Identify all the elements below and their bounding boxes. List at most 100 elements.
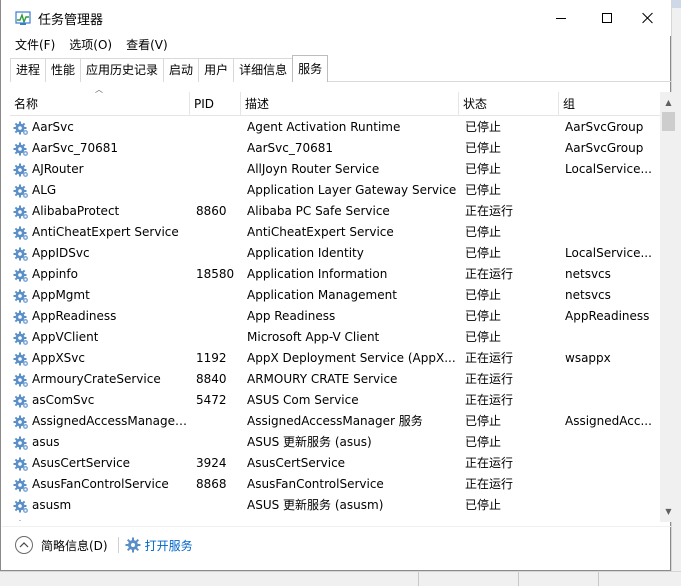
- table-row[interactable]: ArmouryCrateService 8840 ARMOURY CRATE Ser…: [10, 369, 660, 390]
- service-name-text: Appinfo: [32, 267, 78, 281]
- gear-icon: [13, 393, 29, 409]
- less-details-button[interactable]: 简略信息(D): [41, 537, 108, 554]
- footer-bar: 简略信息(D) 打开服务: [15, 533, 193, 557]
- cell-group: [559, 369, 660, 390]
- scroll-up-arrow-icon[interactable]: ▲: [660, 94, 677, 111]
- service-name-text: AarSvc_70681: [32, 141, 118, 155]
- tab-details[interactable]: 详细信息: [233, 58, 294, 82]
- sort-ascending-icon: ︿: [95, 85, 103, 94]
- tab-app-history[interactable]: 应用历史记录: [80, 58, 165, 82]
- cell-pid: [190, 222, 241, 243]
- table-row[interactable]: AppXSvc 1192 AppX Deployment Service (AppX…: [10, 348, 660, 369]
- table-row[interactable]: AarSvc Agent Activation Runtime 已停止 AarSvcG…: [10, 117, 660, 138]
- cell-pid: [190, 495, 241, 516]
- column-header-description[interactable]: 描述: [241, 92, 459, 116]
- cell-group: [559, 201, 660, 222]
- table-row[interactable]: AntiCheatExpert Service AntiCheatExpert S…: [10, 222, 660, 243]
- table-row[interactable]: AarSvc_70681 AarSvc_70681 已停止 AarSvcGroup: [10, 138, 660, 159]
- vertical-scrollbar[interactable]: ▲ ▼: [660, 92, 677, 522]
- column-header-pid[interactable]: PID: [190, 92, 241, 116]
- menu-view[interactable]: 查看(V): [119, 36, 175, 56]
- service-name-text: AJRouter: [32, 162, 84, 176]
- cell-description: ASUS 更新服务 (asusm): [247, 498, 384, 512]
- cell-group: [559, 432, 660, 453]
- column-header-status[interactable]: 状态: [459, 92, 559, 116]
- open-services-link[interactable]: 打开服务: [125, 537, 193, 554]
- gear-icon: [13, 225, 29, 241]
- tab-processes[interactable]: 进程: [10, 58, 47, 82]
- table-row[interactable]: AssignedAccessManager... AssignedAccessMa…: [10, 411, 660, 432]
- tab-bar: 进程 性能 应用历史记录 启动 用户 详细信息 服务: [10, 55, 672, 82]
- table-row[interactable]: AppIDSvc Application Identity 已停止 LocalServ…: [10, 243, 660, 264]
- tab-startup[interactable]: 启动: [163, 58, 200, 82]
- cell-group: AarSvcGroup: [565, 141, 644, 155]
- table-row[interactable]: ALG Application Layer Gateway Service 已停止: [10, 180, 660, 201]
- cell-description: Microsoft App-V Client: [247, 330, 380, 344]
- table-row-partial: [10, 516, 660, 521]
- gear-icon: [13, 246, 29, 262]
- cell-status: 已停止: [465, 288, 502, 302]
- column-header-name-label: 名称: [14, 97, 39, 111]
- cell-pid: [190, 180, 241, 201]
- footer-separator: [117, 537, 119, 553]
- menu-file[interactable]: 文件(F): [8, 36, 62, 56]
- cell-group: netsvcs: [565, 288, 611, 302]
- table-row[interactable]: asusm ASUS 更新服务 (asusm) 已停止: [10, 495, 660, 516]
- minimize-button[interactable]: [538, 0, 584, 36]
- cell-group: LocalService...: [565, 246, 652, 260]
- tab-performance[interactable]: 性能: [45, 58, 82, 82]
- gear-icon: [13, 456, 29, 472]
- table-header: ︿ 名称 PID 描述 状态 组: [10, 85, 660, 116]
- table-row[interactable]: asus ASUS 更新服务 (asus) 已停止: [10, 432, 660, 453]
- cell-service-name: AppMgmt: [10, 285, 190, 306]
- title-bar[interactable]: 任务管理器: [1, 0, 671, 36]
- cell-pid: 18580: [196, 267, 235, 281]
- service-name-text: AppIDSvc: [32, 246, 90, 260]
- menu-options[interactable]: 选项(O): [62, 36, 119, 56]
- scroll-down-arrow-icon[interactable]: ▼: [660, 503, 677, 520]
- cell-pid: [190, 117, 241, 138]
- tab-services[interactable]: 服务: [292, 55, 329, 82]
- column-header-group[interactable]: 组: [559, 92, 660, 116]
- cell-status: 已停止: [465, 414, 502, 428]
- cell-service-name: AppReadiness: [10, 306, 190, 327]
- chevron-up-circle-icon[interactable]: [15, 536, 33, 554]
- table-row[interactable]: AlibabaProtect 8860 Alibaba PC Safe Servic…: [10, 201, 660, 222]
- cell-group: [559, 495, 660, 516]
- cell-status: 已停止: [465, 120, 502, 134]
- cell-service-name: asusm: [10, 495, 190, 516]
- task-manager-icon: [15, 11, 31, 25]
- cell-description: App Readiness: [247, 309, 336, 323]
- cell-service-name: AarSvc_70681: [10, 138, 190, 159]
- maximize-button[interactable]: [584, 0, 630, 36]
- cell-service-name: AarSvc: [10, 117, 190, 138]
- cell-status: 已停止: [465, 309, 502, 323]
- maximize-icon: [602, 13, 612, 23]
- table-row[interactable]: AsusCertService 3924 AsusCertService 正在运行: [10, 453, 660, 474]
- cell-service-name: AppVClient: [10, 327, 190, 348]
- column-header-name[interactable]: ︿ 名称: [10, 85, 190, 116]
- table-row[interactable]: AJRouter AllJoyn Router Service 已停止 LocalSe…: [10, 159, 660, 180]
- cell-pid: [190, 243, 241, 264]
- table-row[interactable]: asComSvc 5472 ASUS Com Service 正在运行: [10, 390, 660, 411]
- table-row[interactable]: Appinfo 18580 Application Information 正在运行 n…: [10, 264, 660, 285]
- table-row[interactable]: AppMgmt Application Management 已停止 netsvcs: [10, 285, 660, 306]
- cell-status: 已停止: [465, 141, 502, 155]
- cell-service-name: [10, 516, 190, 521]
- table-row[interactable]: AsusFanControlService 8868 AsusFanControlS…: [10, 474, 660, 495]
- table-row[interactable]: AppReadiness App Readiness 已停止 AppReadiness: [10, 306, 660, 327]
- gear-icon: [13, 309, 29, 325]
- close-icon: [642, 12, 654, 24]
- cell-description: Alibaba PC Safe Service: [247, 204, 390, 218]
- cell-service-name: AssignedAccessManager...: [10, 411, 190, 432]
- table-row[interactable]: AppVClient Microsoft App-V Client 已停止: [10, 327, 660, 348]
- service-name-text: AssignedAccessManager...: [32, 414, 190, 428]
- cell-status: 已停止: [465, 498, 502, 512]
- cell-service-name: AsusCertService: [10, 453, 190, 474]
- scrollbar-thumb[interactable]: [662, 112, 675, 131]
- gear-icon: [13, 162, 29, 178]
- service-name-text: AsusCertService: [32, 456, 131, 470]
- cell-description: AppX Deployment Service (AppX...: [247, 351, 456, 365]
- close-button[interactable]: [625, 0, 671, 36]
- tab-users[interactable]: 用户: [198, 58, 235, 82]
